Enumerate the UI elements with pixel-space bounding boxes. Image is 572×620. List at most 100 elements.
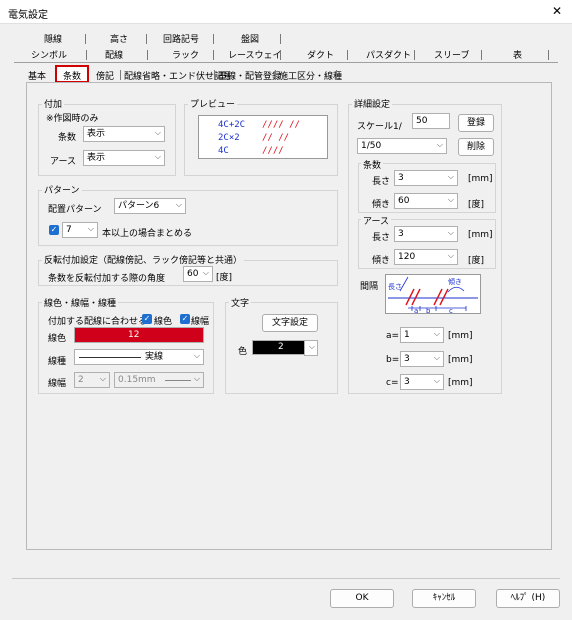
linecolor-width-checkbox[interactable]: ✓ bbox=[180, 314, 190, 324]
chevron-down-icon: ⌵ bbox=[202, 268, 209, 277]
chevron-down-icon: ⌵ bbox=[433, 376, 440, 385]
jousu-length-value: 3 bbox=[398, 173, 404, 183]
preview-marks-2: // // bbox=[262, 133, 290, 143]
scale-dropdown[interactable]: 1/50 ⌵ bbox=[357, 138, 447, 154]
preview-text-2: 2C×2 bbox=[218, 133, 240, 143]
tab-divider bbox=[86, 50, 87, 60]
line-width-mm-dropdown[interactable]: 0.15mm ⌵ bbox=[114, 372, 204, 388]
moji-color-label: 色 bbox=[238, 347, 248, 357]
delete-button[interactable]: 削除 bbox=[458, 138, 494, 156]
subtab-jousu[interactable]: 条数 bbox=[63, 69, 81, 82]
earth-length-unit: [mm] bbox=[468, 230, 493, 240]
pattern-value: パターン6 bbox=[118, 201, 160, 211]
diagram-b-label: b bbox=[426, 307, 431, 313]
fuka-note: ※作図時のみ bbox=[46, 114, 99, 124]
tab-divider bbox=[85, 34, 86, 44]
subtab-wire-conduit[interactable]: 電線・配管登録 bbox=[218, 69, 281, 82]
close-icon[interactable]: ✕ bbox=[552, 4, 562, 18]
line-width-dropdown[interactable]: 2 ⌵ bbox=[74, 372, 110, 388]
subtab-wiring-omission[interactable]: 配線省略・エンド伏せ記号 bbox=[124, 69, 232, 82]
hanten-title: 反転付加設定（配線傍記、ラック傍記等と共通） bbox=[42, 253, 245, 266]
pattern-label: 配置パターン bbox=[48, 205, 102, 215]
preview-text-1: 4C+2C bbox=[218, 120, 246, 130]
b-label: b= bbox=[386, 355, 400, 365]
tab-divider bbox=[280, 50, 281, 60]
line-type-value: 実線 bbox=[145, 352, 164, 362]
line-type-dropdown[interactable]: 実線 ⌵ bbox=[74, 349, 204, 365]
fuka-earth-dropdown[interactable]: 表示 ⌵ bbox=[83, 150, 165, 166]
line-width-label: 線幅 bbox=[48, 379, 67, 389]
ok-button[interactable]: OK bbox=[330, 589, 394, 608]
group-count-value: 7 bbox=[66, 225, 72, 235]
line-color-value: 12 bbox=[128, 330, 140, 340]
pattern-title: パターン bbox=[42, 183, 82, 196]
chevron-down-icon: ⌵ bbox=[99, 374, 106, 383]
hanten-angle-dropdown[interactable]: 60 ⌵ bbox=[183, 266, 213, 282]
line-sample bbox=[79, 357, 141, 358]
tab-duct[interactable]: ダクト bbox=[307, 48, 334, 61]
tab-symbol[interactable]: シンボル bbox=[31, 48, 67, 61]
b-dropdown[interactable]: 3 ⌵ bbox=[400, 351, 444, 367]
tab-circuit-symbol[interactable]: 回路記号 bbox=[163, 32, 199, 45]
jousu-angle-value: 60 bbox=[398, 196, 410, 206]
fuka-jousu-dropdown[interactable]: 表示 ⌵ bbox=[83, 126, 165, 142]
jousu-angle-label: 傾き bbox=[372, 200, 391, 210]
group-count-dropdown[interactable]: 7 ⌵ bbox=[62, 222, 98, 238]
scale-input[interactable]: 50 bbox=[412, 113, 450, 129]
c-label: c= bbox=[386, 378, 399, 388]
tab-divider bbox=[120, 70, 121, 80]
tab-divider bbox=[146, 34, 147, 44]
earth-angle-dropdown[interactable]: 120 ⌵ bbox=[394, 249, 458, 265]
earth-length-dropdown[interactable]: 3 ⌵ bbox=[394, 226, 458, 242]
group-checkbox[interactable]: ✓ bbox=[49, 225, 59, 235]
line-width-sample bbox=[165, 380, 191, 381]
linecolor-color-checkbox[interactable]: ✓ bbox=[142, 314, 152, 324]
detail-title: 詳細設定 bbox=[352, 97, 393, 110]
kankaku-label: 間隔 bbox=[360, 282, 379, 292]
tab-divider bbox=[347, 50, 348, 60]
cancel-button[interactable]: ｷｬﾝｾﾙ bbox=[412, 589, 476, 608]
tab-divider bbox=[213, 34, 214, 44]
footer-divider bbox=[12, 578, 560, 579]
moji-title: 文字 bbox=[229, 296, 252, 309]
b-unit: [mm] bbox=[448, 355, 473, 365]
diagram-length-label: 長さ bbox=[388, 283, 402, 291]
c-value: 3 bbox=[404, 377, 410, 387]
tab-sleeve[interactable]: スリーブ bbox=[434, 48, 469, 61]
subtab-construction-division[interactable]: 施工区分・線種 bbox=[279, 69, 342, 82]
chevron-down-icon: ⌵ bbox=[433, 329, 440, 338]
jousu-length-dropdown[interactable]: 3 ⌵ bbox=[394, 170, 458, 186]
window-title: 電気設定 bbox=[8, 10, 48, 21]
fuka-jousu-label: 条数 bbox=[58, 133, 77, 143]
tab-height[interactable]: 高さ bbox=[110, 32, 128, 45]
pattern-dropdown[interactable]: パターン6 ⌵ bbox=[114, 198, 186, 214]
tab-raceway[interactable]: レースウェイ bbox=[228, 48, 282, 61]
jousu-angle-dropdown[interactable]: 60 ⌵ bbox=[394, 193, 458, 209]
tab-busduct[interactable]: パスダクト bbox=[366, 48, 411, 61]
a-dropdown[interactable]: 1 ⌵ bbox=[400, 327, 444, 343]
scale-label: スケール1/ bbox=[357, 122, 402, 132]
diagram-c-label: c bbox=[449, 307, 453, 313]
spacing-diagram-svg: 長さ 傾き a b c bbox=[388, 276, 478, 315]
tab-hidden-line[interactable]: 隠線 bbox=[44, 32, 62, 45]
tab-panel-diagram[interactable]: 盤図 bbox=[241, 32, 259, 45]
moji-color-dropdown[interactable]: ⌵ bbox=[304, 340, 318, 356]
jousu-length-unit: [mm] bbox=[468, 174, 493, 184]
tab-rack[interactable]: ラック bbox=[172, 48, 199, 61]
tab-table[interactable]: 表 bbox=[513, 48, 522, 61]
help-button[interactable]: ﾍﾙﾌﾟ (H) bbox=[496, 589, 560, 608]
register-button[interactable]: 登録 bbox=[458, 114, 494, 132]
jousu-length-label: 長さ bbox=[372, 177, 391, 187]
moji-settings-button[interactable]: 文字設定 bbox=[262, 314, 318, 332]
tab-divider bbox=[213, 50, 214, 60]
tab-baseline bbox=[14, 62, 558, 63]
subtab-basic[interactable]: 基本 bbox=[28, 69, 46, 82]
tab-wiring[interactable]: 配線 bbox=[105, 48, 123, 61]
tab-divider bbox=[214, 70, 215, 80]
c-dropdown[interactable]: 3 ⌵ bbox=[400, 374, 444, 390]
tab-divider bbox=[336, 70, 337, 80]
jousu-angle-unit: [度] bbox=[468, 200, 485, 210]
linecolor-color-cb-label: 線色 bbox=[154, 317, 173, 327]
subtab-annotation[interactable]: 傍記 bbox=[96, 69, 114, 82]
chevron-down-icon: ⌵ bbox=[154, 128, 161, 137]
